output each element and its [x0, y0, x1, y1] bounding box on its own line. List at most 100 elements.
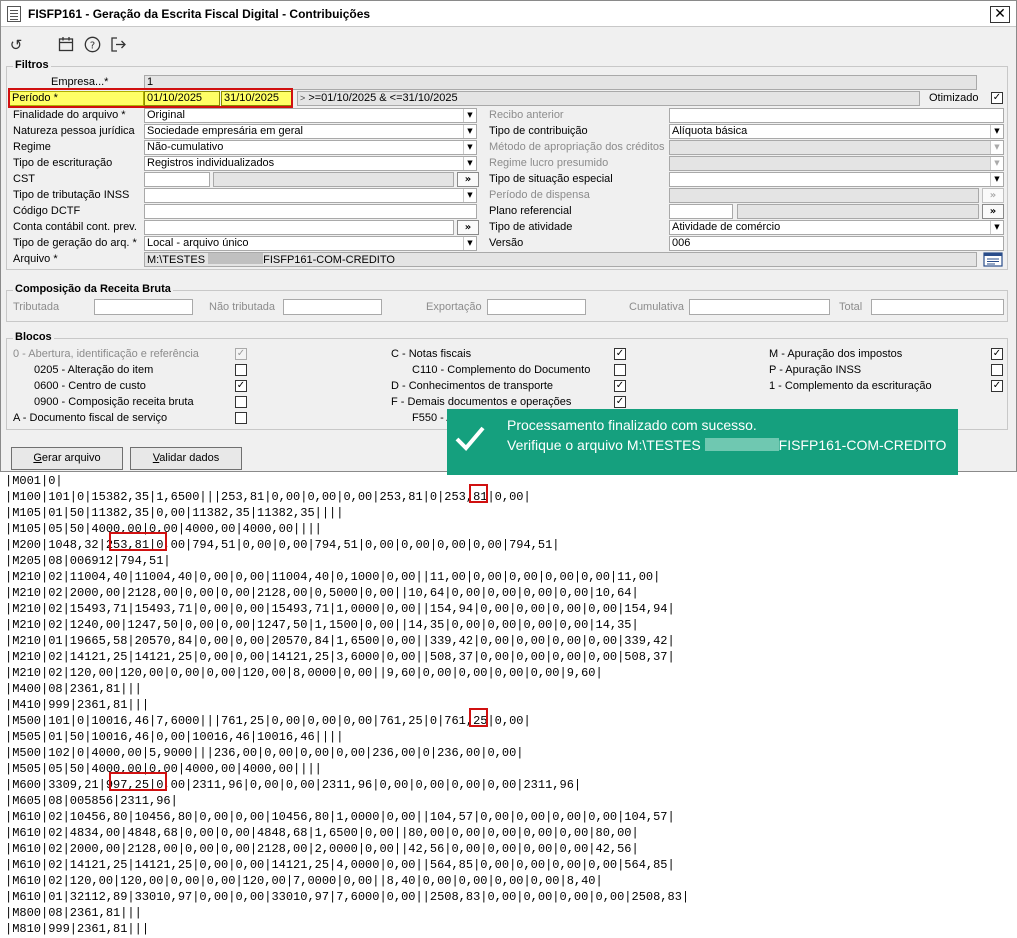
- file-line: |M500|102|0|4000,00|5,9000|||236,00|0,00…: [5, 746, 524, 760]
- composicao-legend: Composição da Receita Bruta: [13, 283, 173, 295]
- gerar-arquivo-button[interactable]: Gerar arquivo: [11, 447, 123, 470]
- close-button[interactable]: ✕: [990, 6, 1010, 23]
- highlight-m100-zero: [469, 484, 488, 503]
- exportacao-field[interactable]: [487, 299, 586, 315]
- bloco-0900-label: 0900 - Composição receita bruta: [34, 396, 194, 408]
- codigo-dctf-field[interactable]: [144, 204, 477, 219]
- bloco-d-checkbox[interactable]: ✓: [614, 380, 626, 392]
- natureza-select[interactable]: Sociedade empresária em geral ▼: [144, 124, 477, 139]
- nao-tributada-field[interactable]: [283, 299, 382, 315]
- file-line: |M605|08|005856|2311,96|: [5, 794, 178, 808]
- situacao-especial-select[interactable]: ▼: [669, 172, 1004, 187]
- cumulativa-label: Cumulativa: [629, 301, 685, 313]
- file-line: |M610|02|10456,80|10456,80|0,00|0,00|104…: [5, 810, 675, 824]
- file-line: |M600|3309,21|997,25|0,00|2311,96|0,00|0…: [5, 778, 582, 792]
- bloco-f-label: F - Demais documentos e operações: [391, 396, 572, 408]
- bloco-p-label: P - Apuração INSS: [769, 364, 862, 376]
- file-line: |M210|02|120,00|120,00|0,00|0,00|120,00|…: [5, 666, 603, 680]
- bloco-m-label: M - Apuração dos impostos: [769, 348, 903, 360]
- file-line: |M105|01|50|11382,35|0,00|11382,35|11382…: [5, 506, 344, 520]
- total-field[interactable]: [871, 299, 1004, 315]
- otimizado-label: Otimizado: [929, 92, 979, 104]
- cst-search-button[interactable]: »: [457, 172, 479, 187]
- highlight-m600-value: [109, 772, 167, 791]
- bloco-c110-label: C110 - Complemento do Documento: [412, 364, 591, 376]
- file-line: |M610|02|14121,25|14121,25|0,00|0,00|141…: [5, 858, 675, 872]
- calendar-icon[interactable]: [57, 36, 75, 54]
- conta-contabil-search-button[interactable]: »: [457, 220, 479, 235]
- svg-text:?: ?: [89, 40, 94, 51]
- file-line: |M001|0|: [5, 474, 63, 488]
- tributada-field[interactable]: [94, 299, 193, 315]
- bloco-0-label: 0 - Abertura, identificação e referência: [13, 348, 199, 360]
- bloco-a-checkbox[interactable]: [235, 412, 247, 424]
- tipo-atividade-label: Tipo de atividade: [489, 221, 573, 233]
- periodo-dispensa-label: Período de dispensa: [489, 189, 590, 201]
- blocos-legend: Blocos: [13, 331, 54, 343]
- finalidade-select[interactable]: Original ▼: [144, 108, 477, 123]
- conta-contabil-field[interactable]: [144, 220, 454, 235]
- refresh-icon[interactable]: ↺: [7, 36, 25, 54]
- bloco-0600-checkbox[interactable]: ✓: [235, 380, 247, 392]
- chevron-down-icon: ▼: [463, 125, 476, 138]
- plano-referencial-search-button[interactable]: »: [982, 204, 1004, 219]
- regime-label: Regime: [13, 141, 51, 153]
- plano-referencial-description: [737, 204, 979, 219]
- cst-field[interactable]: [144, 172, 210, 187]
- file-line: |M100|101|0|15382,35|1,6500|||253,81|0,0…: [5, 490, 531, 504]
- file-line: |M610|02|2000,00|2128,00|0,00|0,00|2128,…: [5, 842, 639, 856]
- bloco-0-checkbox: ✓: [235, 348, 247, 360]
- finalidade-label: Finalidade do arquivo *: [13, 109, 126, 121]
- filtros-legend: Filtros: [13, 59, 51, 71]
- empresa-label: Empresa...*: [51, 76, 109, 88]
- bloco-c-checkbox[interactable]: ✓: [614, 348, 626, 360]
- bloco-f-checkbox[interactable]: ✓: [614, 396, 626, 408]
- tipo-contribuicao-label: Tipo de contribuição: [489, 125, 588, 137]
- folder-browse-icon[interactable]: [983, 251, 1003, 268]
- arquivo-field[interactable]: M:\TESTES FISFP161-COM-CREDITO: [144, 252, 977, 267]
- exit-icon[interactable]: [109, 36, 127, 54]
- success-toast: Processamento finalizado com sucesso. Ve…: [447, 409, 958, 475]
- regime-select[interactable]: Não-cumulativo ▼: [144, 140, 477, 155]
- metodo-apropriacao-label: Método de apropriação dos créditos: [489, 141, 665, 153]
- bloco-1-label: 1 - Complemento da escrituração: [769, 380, 932, 392]
- periodo-highlight: [8, 88, 293, 108]
- main-window: FISFP161 - Geração da Escrita Fiscal Dig…: [0, 0, 1017, 472]
- periodo-dispensa-search-button: »: [982, 188, 1004, 203]
- natureza-label: Natureza pessoa jurídica: [13, 125, 135, 137]
- plano-referencial-field[interactable]: [669, 204, 733, 219]
- tipo-geracao-select[interactable]: Local - arquivo único ▼: [144, 236, 477, 251]
- versao-label: Versão: [489, 237, 524, 249]
- tipo-geracao-label: Tipo de geração do arq. *: [13, 237, 137, 249]
- bloco-0900-checkbox[interactable]: [235, 396, 247, 408]
- toolbar: ↺ ?: [1, 28, 1016, 62]
- total-label: Total: [839, 301, 863, 313]
- metodo-apropriacao-select: ▼: [669, 140, 1004, 155]
- file-line: |M210|02|1240,00|1247,50|0,00|0,00|1247,…: [5, 618, 639, 632]
- tipo-contribuicao-select[interactable]: Alíquota básica ▼: [669, 124, 1004, 139]
- toast-message: Verifique o arquivo M:\TESTES FISFP161-C…: [507, 437, 947, 453]
- file-line: |M810|999|2361,81|||: [5, 922, 150, 936]
- validar-dados-button[interactable]: Validar dados: [130, 447, 242, 470]
- tributacao-inss-select[interactable]: ▼: [144, 188, 477, 203]
- bloco-1-checkbox[interactable]: ✓: [991, 380, 1003, 392]
- otimizado-checkbox[interactable]: ✓: [991, 92, 1003, 104]
- codigo-dctf-label: Código DCTF: [13, 205, 81, 217]
- regime-lucro-label: Regime lucro presumido: [489, 157, 609, 169]
- cumulativa-field[interactable]: [689, 299, 830, 315]
- bloco-p-checkbox[interactable]: [991, 364, 1003, 376]
- tipo-escrituracao-select[interactable]: Registros individualizados ▼: [144, 156, 477, 171]
- versao-field[interactable]: 006: [669, 236, 1004, 251]
- file-line: |M410|999|2361,81|||: [5, 698, 150, 712]
- nao-tributada-label: Não tributada: [209, 301, 276, 313]
- bloco-0205-checkbox[interactable]: [235, 364, 247, 376]
- check-icon: [455, 426, 485, 451]
- help-icon[interactable]: ?: [83, 36, 101, 54]
- recibo-anterior-field[interactable]: [669, 108, 1004, 123]
- bloco-c110-checkbox[interactable]: [614, 364, 626, 376]
- chevron-down-icon: ▼: [463, 189, 476, 202]
- bloco-m-checkbox[interactable]: ✓: [991, 348, 1003, 360]
- tipo-atividade-select[interactable]: Atividade de comércio ▼: [669, 220, 1004, 235]
- chevron-down-icon: ▼: [463, 157, 476, 170]
- file-line: |M500|101|0|10016,46|7,6000|||761,25|0,0…: [5, 714, 531, 728]
